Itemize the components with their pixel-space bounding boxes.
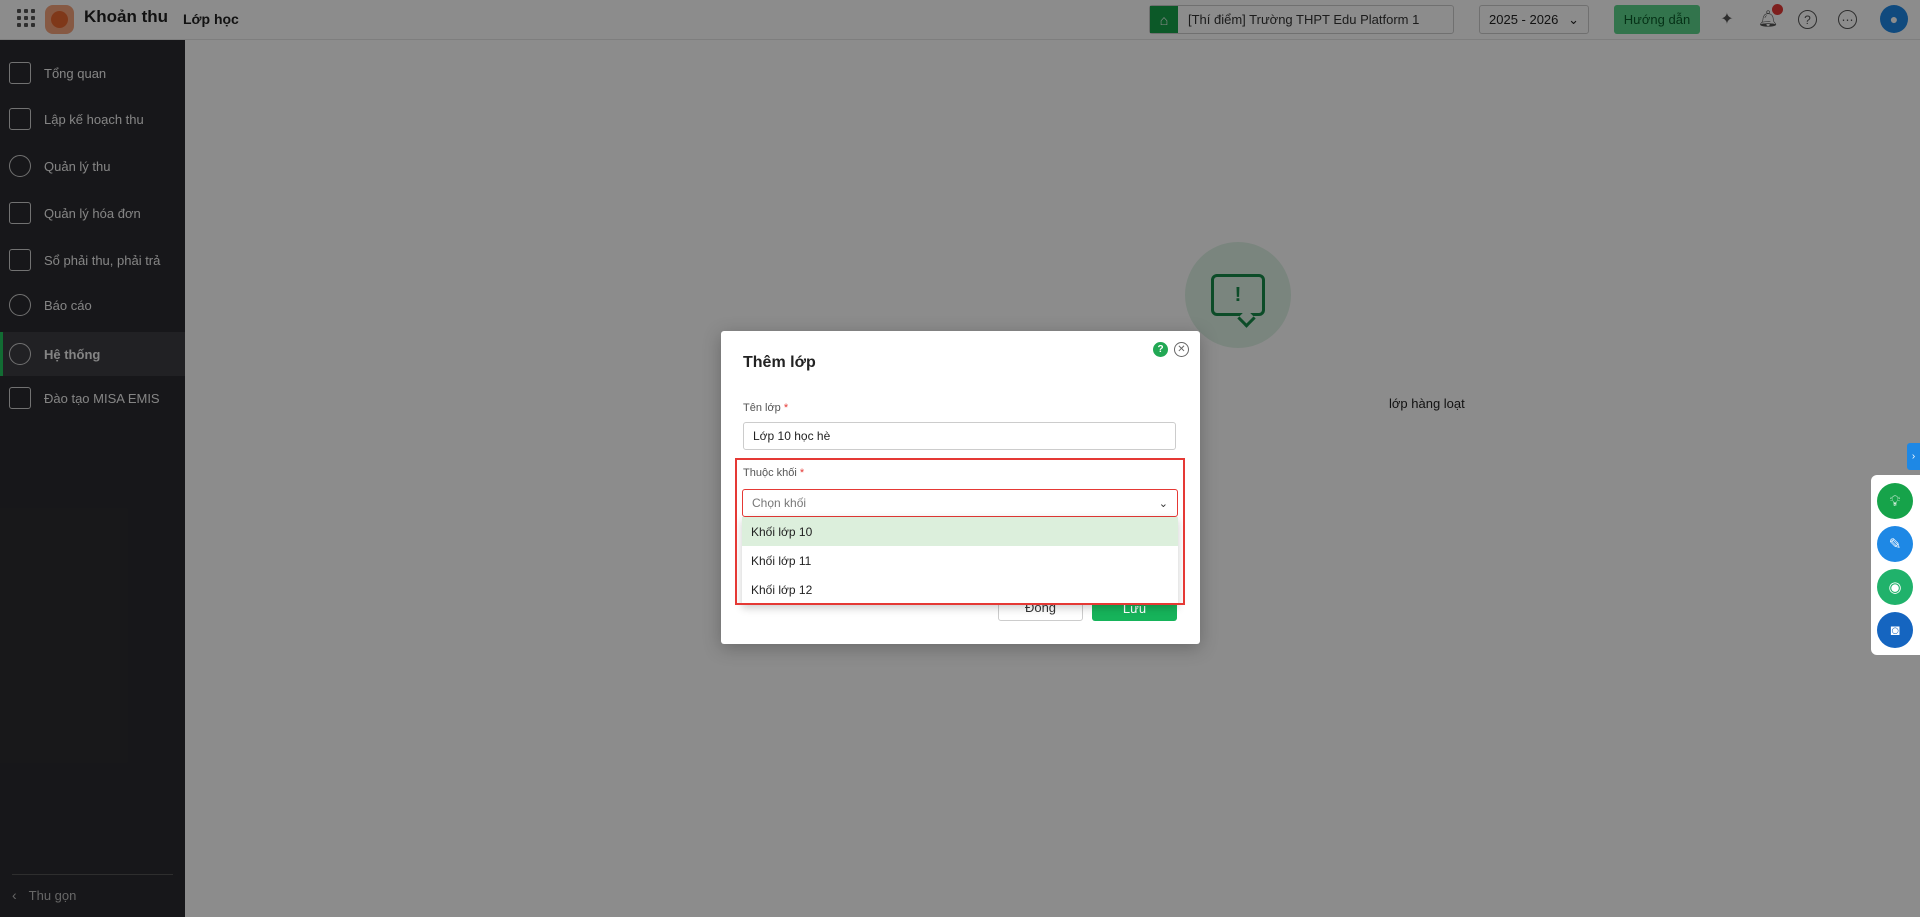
class-name-label: Tên lớp * bbox=[743, 402, 789, 414]
annotation-highlight-box bbox=[735, 458, 1185, 605]
idea-icon[interactable]: 💡︎ bbox=[1877, 483, 1913, 519]
support-widget: 💡︎ ✎ ◉ ◙ bbox=[1871, 475, 1920, 655]
widget-toggle-button[interactable]: › bbox=[1907, 443, 1920, 470]
class-name-input[interactable] bbox=[743, 422, 1176, 450]
dialog-title: Thêm lớp bbox=[743, 354, 816, 371]
announcement-icon[interactable]: ✎ bbox=[1877, 526, 1913, 562]
bot-icon[interactable]: ◙ bbox=[1877, 612, 1913, 648]
chat-icon[interactable]: ◉ bbox=[1877, 569, 1913, 605]
close-icon[interactable]: ✕ bbox=[1174, 342, 1189, 357]
add-class-dialog: Thêm lớp ? ✕ Tên lớp * Thuộc khối * Chọn… bbox=[721, 331, 1200, 644]
help-icon[interactable]: ? bbox=[1153, 342, 1168, 357]
